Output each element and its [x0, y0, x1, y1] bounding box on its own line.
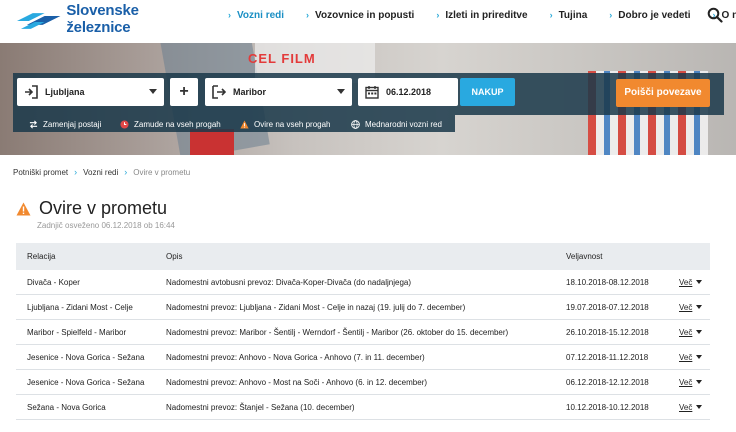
table-row: Jesenice - Nova Gorica - Sežana Nadomest…	[16, 370, 710, 395]
table-row: Ljubljana - Zidani Most - Celje Nadomest…	[16, 295, 710, 320]
cell-veljavnost: 06.12.2018-12.12.2018	[566, 377, 649, 387]
more-label: Več	[679, 402, 693, 412]
cell-opis: Nadomestni prevoz: Štanjel - Sežana (10.…	[166, 402, 355, 412]
page-heading: Ovire v prometu	[16, 198, 167, 219]
more-label: Več	[679, 302, 693, 312]
cell-veljavnost: 07.12.2018-11.12.2018	[566, 352, 649, 362]
to-station-value: Maribor	[233, 87, 267, 97]
search-icon[interactable]	[707, 7, 723, 23]
more-toggle[interactable]: Več	[679, 327, 703, 337]
cell-veljavnost: 18.10.2018-08.12.2018	[566, 277, 649, 287]
date-value: 06.12.2018	[386, 87, 432, 97]
logout-arrow-icon	[212, 85, 226, 99]
swap-icon	[29, 120, 38, 128]
column-header-veljavnost: Veljavnost	[566, 252, 603, 261]
buy-button[interactable]: NAKUP	[460, 78, 515, 106]
table-row: Jesenice - Nova Gorica - Sežana Nadomest…	[16, 345, 710, 370]
cell-relacija: Jesenice - Nova Gorica - Sežana	[27, 352, 145, 362]
breadcrumb-item-vozni-redi[interactable]: Vozni redi	[83, 168, 118, 177]
add-via-button[interactable]: +	[170, 78, 198, 106]
cell-relacija: Jesenice - Nova Gorica - Sežana	[27, 377, 145, 387]
chevron-right-icon: ›	[74, 167, 78, 177]
logo[interactable]: Slovenske železnice	[15, 2, 205, 36]
hero-banner-text: CEL FILM	[248, 51, 316, 66]
column-header-relacija: Relacija	[27, 252, 56, 261]
from-station-select[interactable]: Ljubljana	[17, 78, 164, 106]
login-arrow-icon	[25, 85, 38, 99]
more-toggle[interactable]: Več	[679, 352, 703, 362]
globe-icon	[351, 119, 360, 129]
cell-relacija: Maribor - Spielfeld - Maribor	[27, 327, 127, 337]
nav-item-dobro-je-vedeti[interactable]: › Dobro je vedeti	[609, 10, 690, 21]
cell-veljavnost: 19.07.2018-07.12.2018	[566, 302, 649, 312]
warning-icon	[16, 202, 31, 215]
cell-relacija: Ljubljana - Zidani Most - Celje	[27, 302, 133, 312]
cell-opis: Nadomestni prevoz: Anhovo - Nova Gorica …	[166, 352, 425, 362]
chevron-right-icon: ›	[609, 10, 613, 20]
clock-icon	[120, 119, 129, 129]
more-toggle[interactable]: Več	[679, 302, 703, 312]
nav-item-tujina[interactable]: › Tujina	[550, 10, 588, 21]
logo-icon	[16, 13, 61, 29]
table-row: Maribor - Spielfeld - Maribor Nadomestni…	[16, 320, 710, 345]
breadcrumb: Potniški promet › Vozni redi › Ovire v p…	[13, 167, 190, 177]
cell-opis: Nadomestni prevoz: Ljubljana - Zidani Mo…	[166, 302, 466, 312]
cell-opis: Nadomestni avtobusni prevoz: Divača-Kope…	[166, 277, 412, 287]
table-row: Divača - Koper Nadomestni avtobusni prev…	[16, 270, 710, 295]
nav-item-vozovnice[interactable]: › Vozovnice in popusti	[306, 10, 414, 21]
more-toggle[interactable]: Več	[679, 277, 703, 287]
chevron-down-icon	[696, 305, 703, 309]
swap-stations-link[interactable]: Zamenjaj postaji	[29, 118, 101, 130]
cell-relacija: Divača - Koper	[27, 277, 80, 287]
more-label: Več	[679, 277, 693, 287]
cell-opis: Nadomestni prevoz: Anhovo - Most na Soči…	[166, 377, 428, 387]
from-station-value: Ljubljana	[45, 87, 85, 97]
international-timetable-link[interactable]: Mednarodni vozni red	[351, 118, 442, 130]
cell-veljavnost: 26.10.2018-15.12.2018	[566, 327, 649, 337]
site-header: Slovenske železnice › Vozni redi › Vozovni…	[0, 0, 736, 43]
chevron-right-icon: ›	[228, 10, 231, 20]
more-label: Več	[679, 377, 693, 387]
page-title: Ovire v prometu	[39, 198, 168, 218]
chevron-down-icon	[696, 405, 703, 409]
more-toggle[interactable]: Več	[679, 377, 703, 387]
find-connections-button[interactable]: Poišči povezave	[616, 79, 710, 107]
chevron-right-icon: ›	[436, 10, 440, 20]
breadcrumb-item-potniski-promet[interactable]: Potniški promet	[13, 168, 68, 177]
chevron-down-icon	[696, 330, 703, 334]
column-header-opis: Opis	[166, 252, 183, 261]
breadcrumb-item-current: Ovire v prometu	[133, 167, 191, 177]
warning-icon	[240, 119, 249, 129]
hero-decoration	[190, 129, 234, 155]
last-updated: Zadnjič osveženo 06.12.2018 ob 16:44	[37, 221, 175, 230]
more-toggle[interactable]: Več	[679, 402, 703, 412]
cell-opis: Nadomestni prevoz: Maribor - Šentilj - W…	[166, 327, 509, 337]
to-station-select[interactable]: Maribor	[205, 78, 352, 106]
date-input[interactable]: 06.12.2018	[358, 78, 458, 106]
obstacles-table: Relacija Opis Veljavnost Divača - Koper …	[16, 243, 710, 420]
chevron-down-icon	[337, 89, 345, 94]
calendar-icon	[365, 86, 379, 99]
chevron-right-icon: ›	[124, 167, 128, 177]
chevron-down-icon	[696, 280, 703, 284]
chevron-down-icon	[696, 380, 703, 384]
chevron-right-icon: ›	[306, 10, 310, 20]
more-label: Več	[679, 327, 693, 337]
brand-name: Slovenske železnice	[66, 2, 139, 36]
delays-link[interactable]: Zamude na vseh progah	[120, 118, 221, 130]
nav-item-vozni-redi[interactable]: › Vozni redi	[228, 10, 284, 21]
chevron-down-icon	[696, 355, 703, 359]
obstacles-link[interactable]: Ovire na vseh progah	[240, 118, 331, 130]
table-row: Sežana - Nova Gorica Nadomestni prevoz: …	[16, 395, 710, 420]
nav-item-izleti[interactable]: › Izleti in prireditve	[436, 10, 527, 21]
chevron-right-icon: ›	[549, 10, 553, 20]
cell-veljavnost: 10.12.2018-10.12.2018	[566, 402, 649, 412]
table-header: Relacija Opis Veljavnost	[16, 243, 710, 270]
main-nav: › Vozni redi › Vozovnice in popusti › Izlet…	[228, 0, 736, 30]
cell-relacija: Sežana - Nova Gorica	[27, 402, 106, 412]
more-label: Več	[679, 352, 693, 362]
chevron-down-icon	[149, 89, 157, 94]
